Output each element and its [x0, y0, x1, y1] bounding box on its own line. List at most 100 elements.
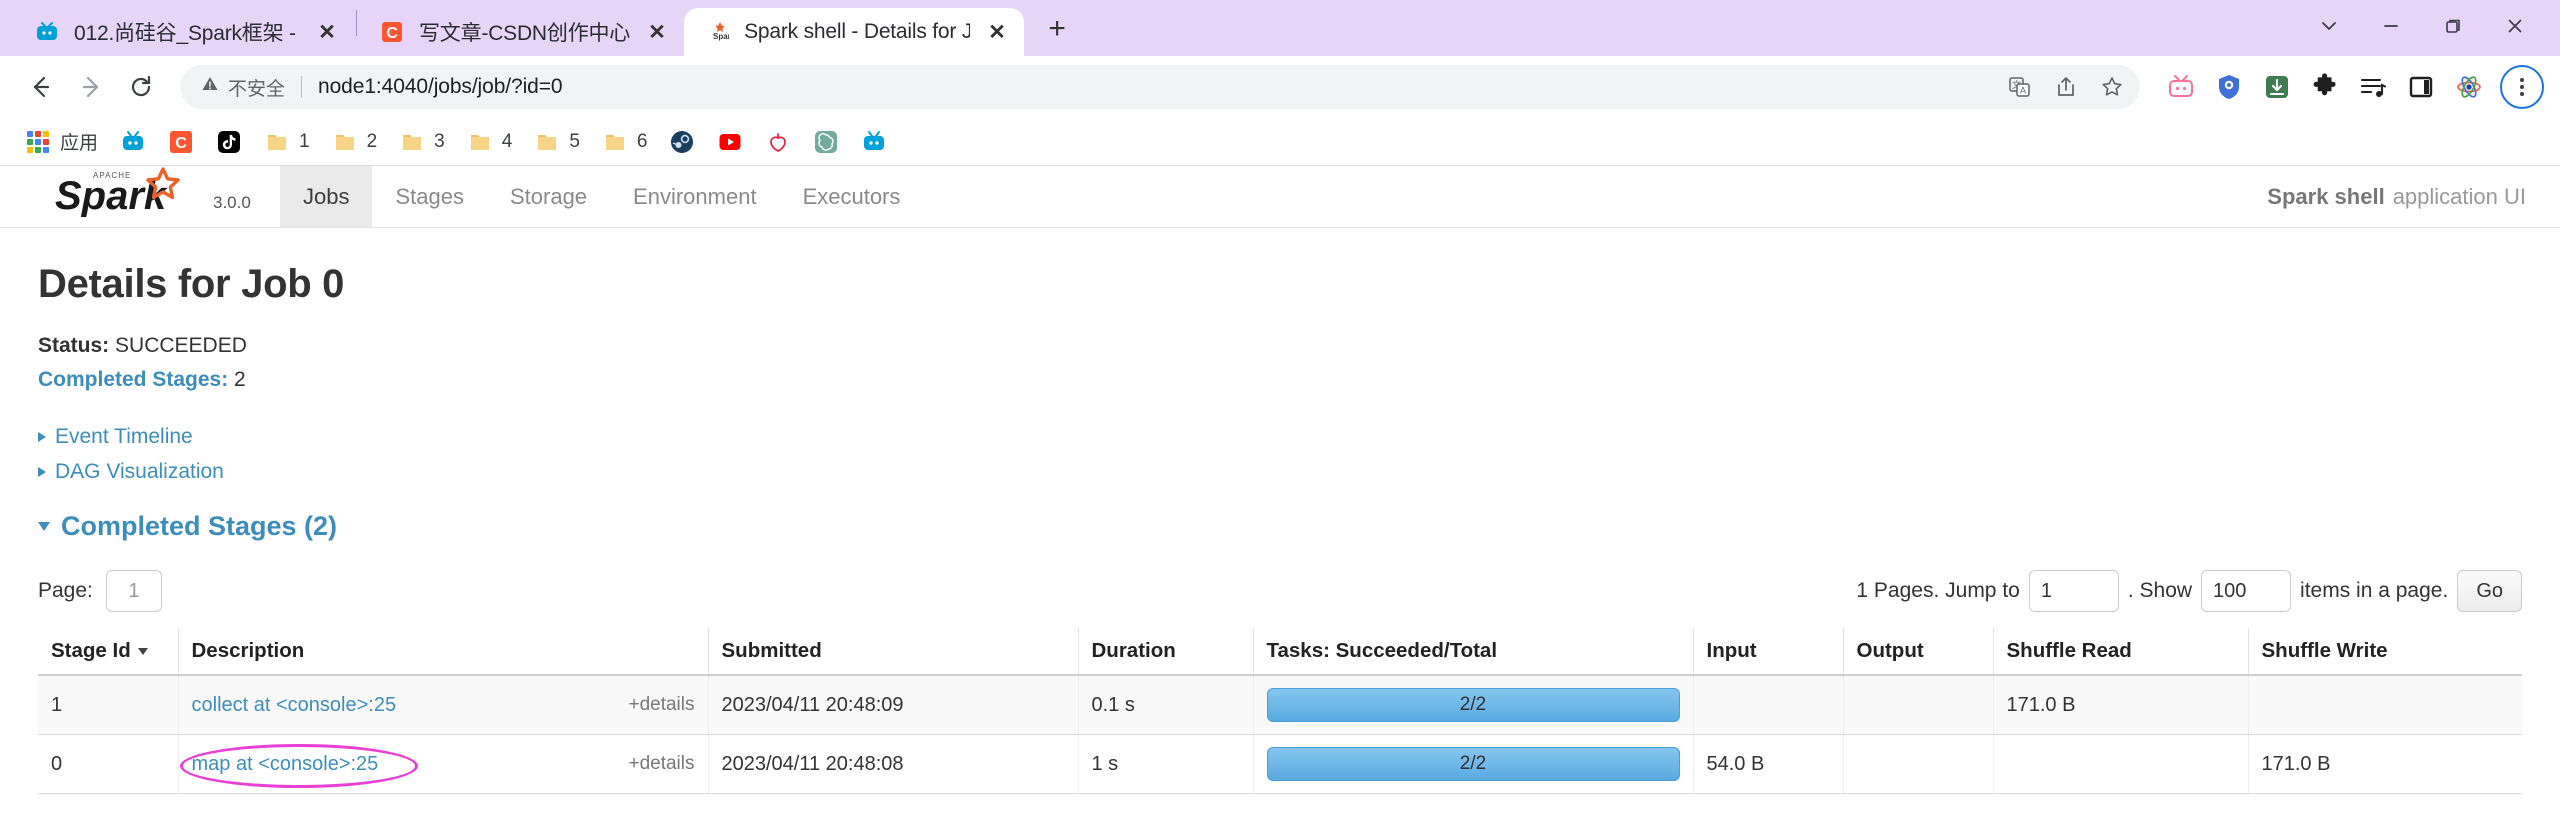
maximize-icon[interactable]: [2422, 0, 2484, 52]
back-icon[interactable]: [16, 62, 66, 112]
details-toggle[interactable]: +details: [628, 694, 694, 716]
minimize-icon[interactable]: [2360, 0, 2422, 52]
nav-item-executors[interactable]: Executors: [780, 166, 924, 227]
task-progress-bar: 2/2: [1266, 688, 1680, 723]
bookmark-youtube[interactable]: [706, 122, 754, 162]
browser-tab-0[interactable]: 012.尚硅谷_Spark框架 - 运行环 ✕: [14, 8, 354, 56]
tab-search-icon[interactable]: [2298, 0, 2360, 52]
event-timeline-label: Event Timeline: [55, 425, 193, 449]
section-title-label: Completed Stages (2): [61, 511, 338, 542]
column-header-tasks[interactable]: Tasks: Succeeded/Total: [1253, 628, 1694, 677]
bookmark-bilibili[interactable]: [109, 122, 157, 162]
column-header-input[interactable]: Input: [1693, 628, 1844, 677]
event-timeline-toggle[interactable]: Event Timeline: [38, 419, 2522, 454]
csdn-icon: C: [168, 129, 194, 155]
table-header-row: Stage Id Description Submitted Duration …: [38, 628, 2522, 677]
bookmark-folder-1[interactable]: 1: [253, 122, 321, 162]
bookmark-folder-3[interactable]: 3: [388, 122, 456, 162]
bookmark-folder-5[interactable]: 5: [523, 122, 591, 162]
puzzle-extension-icon[interactable]: [2306, 68, 2344, 106]
bookmark-bilibili-2[interactable]: [850, 122, 898, 162]
forward-icon[interactable]: [66, 62, 116, 112]
spark-version: 3.0.0: [213, 193, 251, 212]
bookmark-steam[interactable]: [658, 122, 706, 162]
bookmark-star-icon[interactable]: [2092, 67, 2132, 107]
browser-tab-1[interactable]: C 写文章-CSDN创作中心 ✕: [359, 8, 684, 56]
tab-title: 012.尚硅谷_Spark框架 - 运行环: [74, 22, 300, 45]
spark-logo[interactable]: Spark APACHE 3.0.0: [0, 166, 280, 227]
bookmark-label: 2: [366, 130, 378, 152]
application-ui-label: Spark shell application UI: [2267, 166, 2526, 228]
bookmark-tiktok[interactable]: [205, 122, 253, 162]
pagination-top: Page: 1 Pages. Jump to . Show items in a…: [38, 570, 2522, 613]
cell-shuffle-write: 171.0 B: [2248, 734, 2522, 795]
translate-icon[interactable]: 文A: [2000, 67, 2040, 107]
bookmark-csdn[interactable]: C: [157, 122, 205, 162]
folder-icon: [534, 129, 560, 155]
chrome-menu-icon[interactable]: [2500, 65, 2544, 109]
cell-stage-id: 0: [38, 734, 179, 795]
column-header-submitted[interactable]: Submitted: [708, 628, 1079, 677]
csdn-icon: C: [379, 19, 405, 45]
dag-visualization-label: DAG Visualization: [55, 460, 224, 484]
column-header-stage-id[interactable]: Stage Id: [38, 628, 179, 677]
bookmark-folder-4[interactable]: 4: [456, 122, 524, 162]
details-toggle[interactable]: +details: [628, 753, 694, 775]
nav-item-storage[interactable]: Storage: [487, 166, 610, 227]
share-icon[interactable]: [2046, 67, 2086, 107]
nav-item-stages[interactable]: Stages: [372, 166, 487, 227]
folder-icon: [399, 129, 425, 155]
bookmark-label: 4: [501, 130, 513, 152]
folder-icon: [264, 129, 290, 155]
new-tab-button[interactable]: +: [1034, 6, 1080, 52]
page-label: Page:: [38, 579, 93, 603]
go-button[interactable]: Go: [2457, 570, 2522, 613]
column-header-shuffle-write[interactable]: Shuffle Write: [2248, 628, 2522, 677]
items-per-page-input[interactable]: [2201, 570, 2292, 613]
column-header-duration[interactable]: Duration: [1078, 628, 1254, 677]
browser-window: 012.尚硅谷_Spark框架 - 运行环 ✕ C 写文章-CSDN创作中心 ✕…: [0, 0, 2560, 820]
nav-item-environment[interactable]: Environment: [610, 166, 780, 227]
bookmark-openai[interactable]: [802, 122, 850, 162]
bilibili-extension-icon[interactable]: [2162, 68, 2200, 106]
download-extension-icon[interactable]: [2258, 68, 2296, 106]
jump-to-input[interactable]: [2028, 570, 2119, 613]
reload-icon[interactable]: [116, 62, 166, 112]
address-bar[interactable]: 不安全 node1:4040/jobs/job/?id=0 文A: [180, 65, 2140, 109]
completed-stages-section-header[interactable]: Completed Stages (2): [38, 511, 2522, 542]
table-row: 0 map at <console>:25 +details 2023/04/1…: [38, 734, 2522, 795]
column-header-description[interactable]: Description: [178, 628, 709, 677]
tab-close-button[interactable]: ✕: [644, 20, 670, 45]
apps-grid-icon: [25, 129, 51, 155]
playlist-extension-icon[interactable]: [2354, 68, 2392, 106]
browser-tab-2[interactable]: Spark Spark shell - Details for Job 0 ✕: [684, 8, 1025, 56]
dag-visualization-toggle[interactable]: DAG Visualization: [38, 454, 2522, 489]
column-header-output[interactable]: Output: [1843, 628, 1994, 677]
page-input[interactable]: [105, 570, 162, 613]
bookmark-label: 应用: [60, 133, 99, 154]
bookmark-apps[interactable]: 应用: [14, 122, 109, 162]
spark-web-ui: Spark APACHE 3.0.0 Jobs Stages Storage E…: [0, 166, 2560, 820]
cell-shuffle-write: [2248, 675, 2522, 736]
tab-close-button[interactable]: ✕: [314, 20, 340, 45]
stage-description-link[interactable]: map at <console>:25: [192, 753, 379, 776]
close-window-icon[interactable]: [2484, 0, 2546, 52]
cell-input: [1693, 675, 1844, 736]
collapsible-sections: Event Timeline DAG Visualization: [38, 419, 2522, 489]
shield-extension-icon[interactable]: [2210, 68, 2248, 106]
svg-text:Spark: Spark: [713, 32, 729, 41]
completed-stages-table: Stage Id Description Submitted Duration …: [38, 628, 2522, 795]
stage-description-link[interactable]: collect at <console>:25: [192, 694, 397, 717]
completed-stages-row: Completed Stages: 2: [38, 363, 2522, 397]
completed-stages-label[interactable]: Completed Stages:: [38, 368, 228, 391]
nav-item-jobs[interactable]: Jobs: [280, 166, 373, 227]
atom-extension-icon[interactable]: [2450, 68, 2488, 106]
column-header-shuffle-read[interactable]: Shuffle Read: [1993, 628, 2249, 677]
tab-close-button[interactable]: ✕: [984, 20, 1010, 45]
bookmark-folder-6[interactable]: 6: [591, 122, 659, 162]
security-status[interactable]: 不安全: [200, 74, 285, 101]
sidepanel-icon[interactable]: [2402, 68, 2440, 106]
openai-icon: [813, 129, 839, 155]
bookmark-folder-2[interactable]: 2: [321, 122, 389, 162]
bookmark-strawberry[interactable]: [754, 122, 802, 162]
